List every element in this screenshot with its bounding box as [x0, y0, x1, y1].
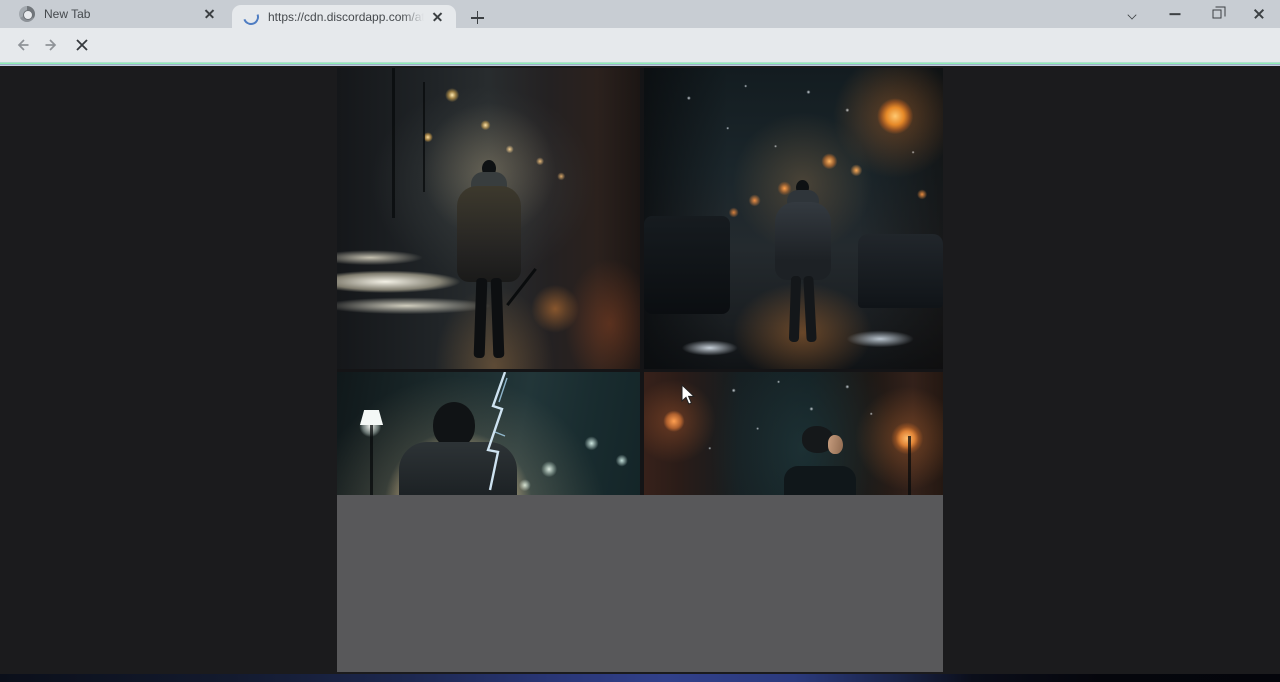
stop-x-icon [75, 38, 90, 53]
figure-silhouette [474, 278, 488, 358]
back-arrow-icon [15, 38, 30, 53]
restore-icon [1213, 10, 1222, 19]
image-panel-3 [337, 372, 640, 495]
image-loading-placeholder [337, 495, 943, 672]
street-pole [392, 68, 395, 218]
tab-discord-cdn[interactable]: https://cdn.discordapp.com/atta [232, 5, 456, 28]
stop-loading-button[interactable] [68, 31, 96, 59]
minimize-icon [1170, 13, 1181, 15]
back-button[interactable] [8, 31, 36, 59]
browser-toolbar: cdn.discordapp.com/attachments/966491171… [0, 28, 1280, 62]
page-content [0, 66, 1280, 682]
image-panel-2 [644, 68, 943, 369]
chevron-down-icon [1128, 11, 1138, 17]
close-window-button[interactable] [1238, 0, 1280, 28]
restore-button[interactable] [1196, 0, 1238, 28]
attachment-image[interactable] [337, 68, 943, 672]
figure-silhouette [775, 202, 831, 280]
street-pole [423, 82, 425, 192]
lamp-pole [908, 436, 911, 495]
image-panel-1 [337, 68, 640, 369]
car-silhouette [644, 216, 730, 314]
tab-strip: New Tab https://cdn.discordapp.com/atta [0, 0, 1280, 28]
lightning-bolt [483, 372, 513, 495]
window-controls [1112, 0, 1280, 28]
forward-arrow-icon [45, 38, 60, 53]
close-icon [1253, 8, 1265, 20]
figure-face [828, 435, 843, 454]
figure-silhouette [457, 186, 521, 282]
loading-spinner-icon [240, 6, 261, 27]
figure-silhouette [491, 278, 505, 358]
figure-silhouette [789, 276, 801, 342]
lamp-pole [370, 424, 373, 495]
new-tab-button[interactable] [466, 6, 490, 30]
car-silhouette [858, 234, 943, 308]
figure-silhouette [803, 276, 816, 342]
tab-search-button[interactable] [1112, 0, 1154, 28]
tab-close-icon[interactable] [430, 9, 446, 25]
tab-title: New Tab [44, 7, 196, 21]
tab-close-icon[interactable] [202, 6, 218, 22]
mouse-cursor [681, 384, 696, 406]
bottom-blue-strip [0, 674, 1280, 682]
tab-title: https://cdn.discordapp.com/atta [268, 10, 424, 24]
figure-body [784, 466, 856, 495]
forward-button[interactable] [38, 31, 66, 59]
minimize-button[interactable] [1154, 0, 1196, 28]
tab-new-tab[interactable]: New Tab [8, 0, 228, 28]
lamp-head [360, 410, 383, 425]
chrome-logo-icon [19, 6, 35, 22]
